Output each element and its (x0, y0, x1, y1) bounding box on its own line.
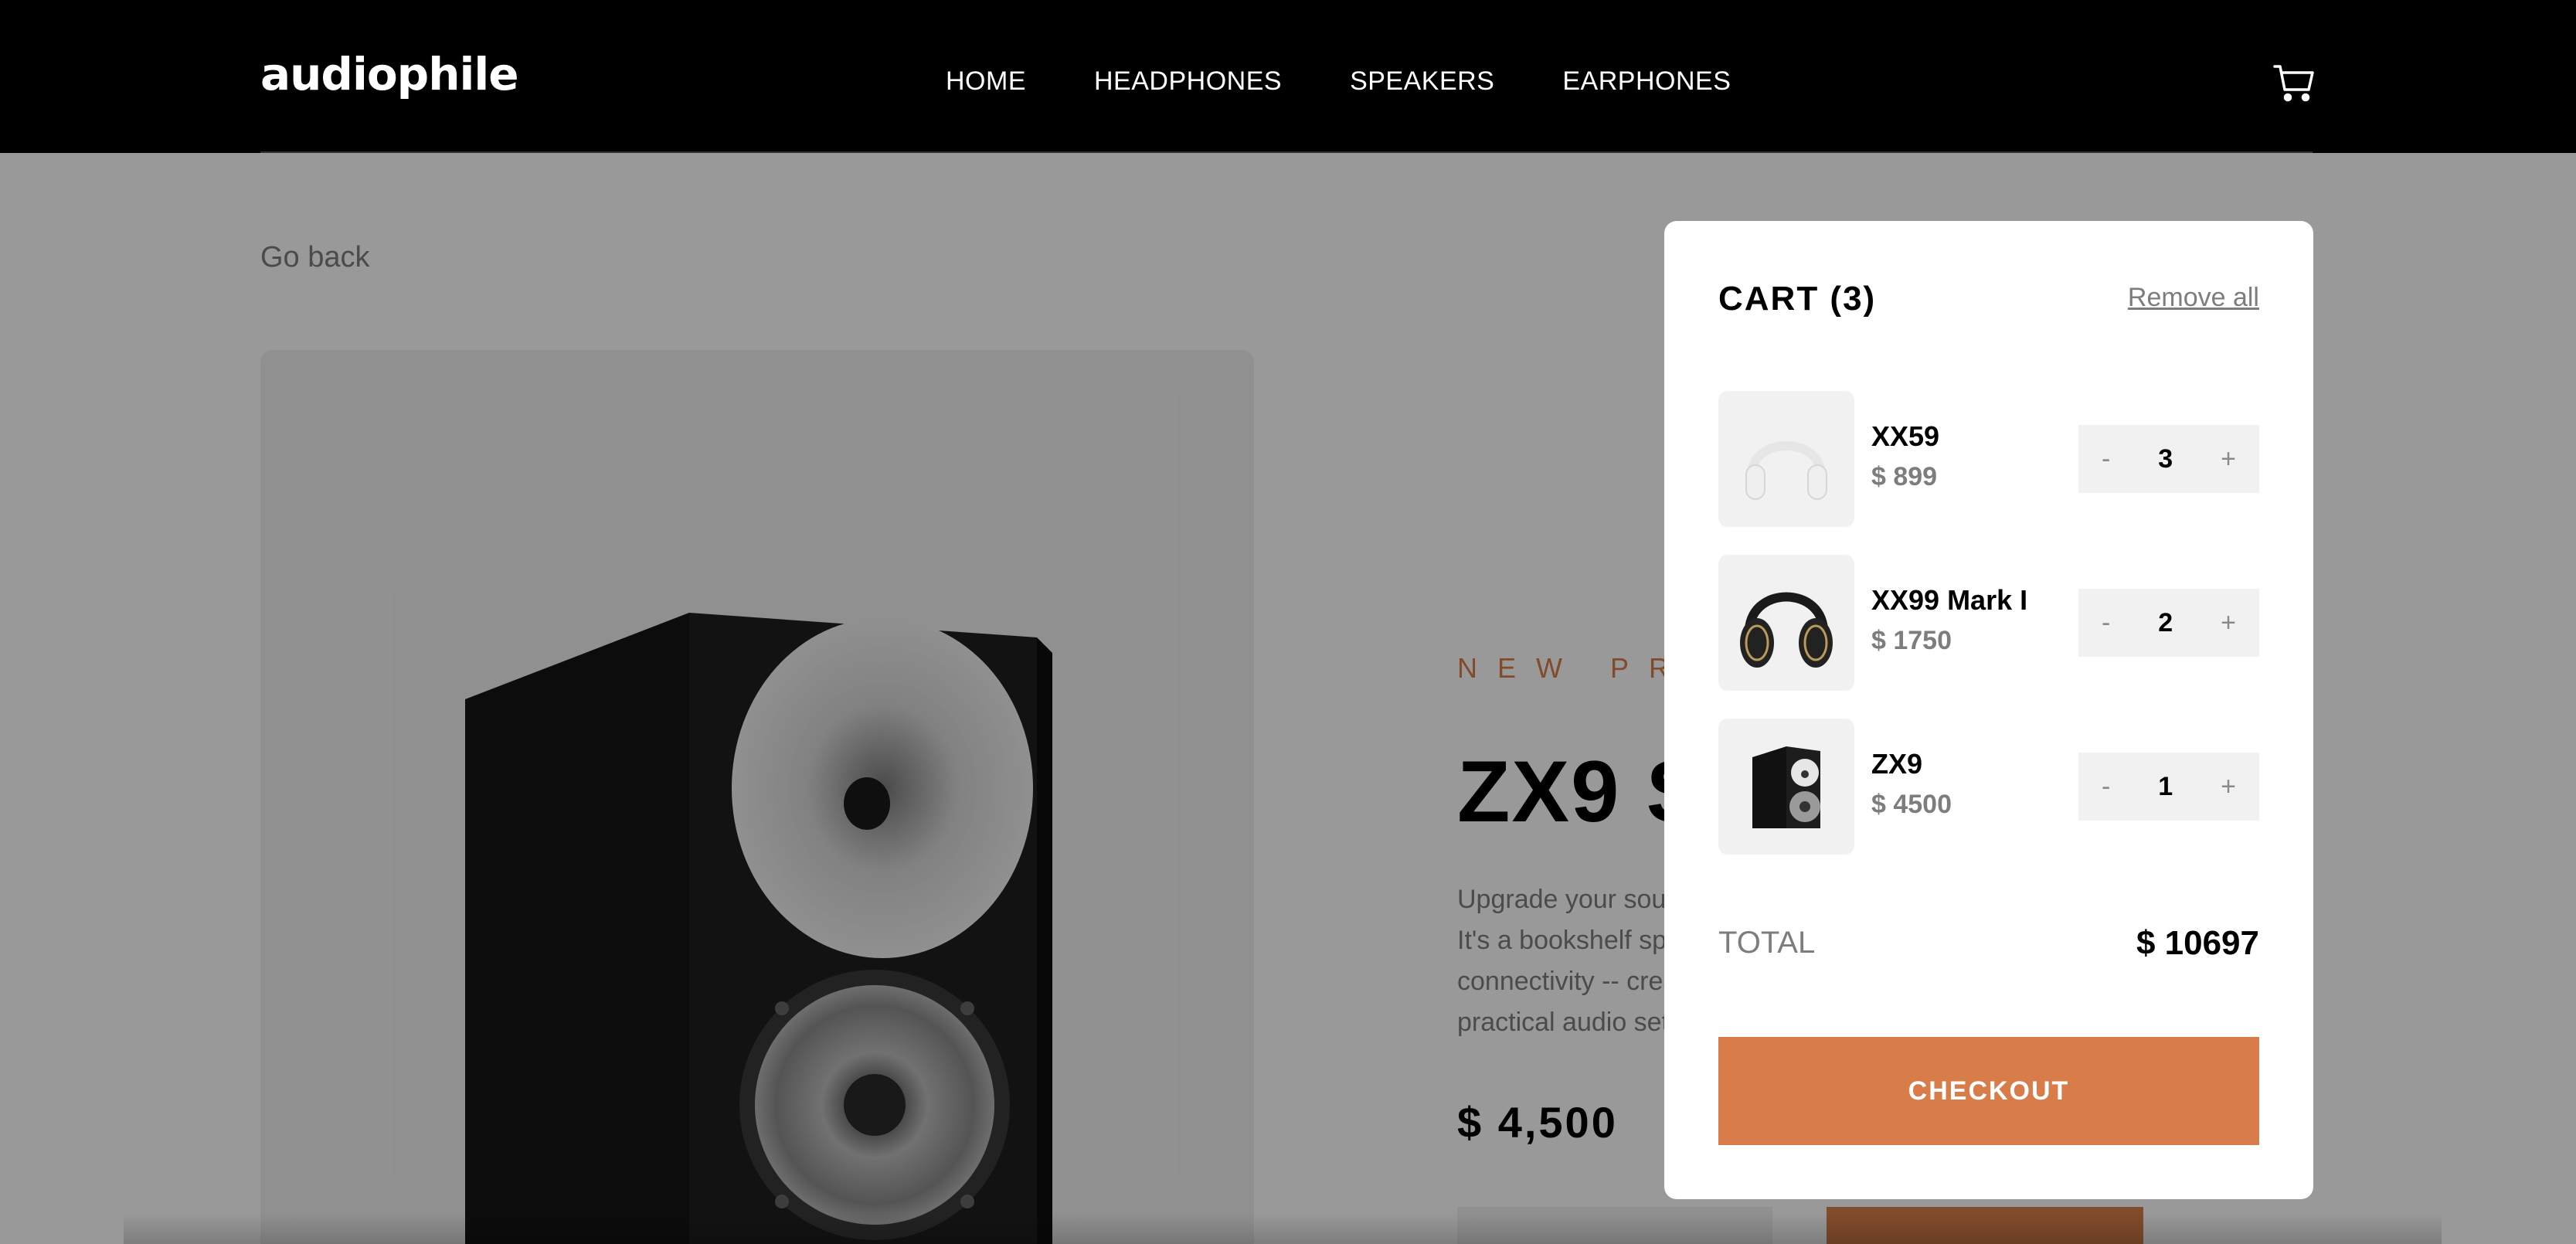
cart-item-price: $ 1750 (1871, 626, 1952, 655)
quantity-value: 2 (2158, 607, 2173, 637)
xx59-thumbnail (1718, 391, 1854, 527)
cart-item: XX99 Mark I $ 1750 - 2 + (1718, 555, 2259, 691)
increment-button[interactable]: + (2221, 772, 2236, 802)
xx99-mark-i-thumbnail (1718, 555, 1854, 691)
total-label: TOTAL (1718, 926, 1816, 960)
decrement-button[interactable]: - (2102, 772, 2110, 802)
nav-home[interactable]: HOME (946, 66, 1026, 97)
increment-button[interactable]: + (2221, 444, 2236, 474)
decrement-button[interactable]: - (2102, 444, 2110, 474)
checkout-button[interactable]: CHECKOUT (1718, 1037, 2259, 1145)
cart-title: CART (3) (1718, 280, 1877, 318)
cart-item-name: XX59 (1871, 420, 1940, 452)
cart-item-name: ZX9 (1871, 748, 1923, 780)
site-header: audiophile HOME HEADPHONES SPEAKERS EARP… (0, 0, 2576, 153)
bottom-shadow (124, 1213, 2442, 1244)
cart-item: XX59 $ 899 - 3 + (1718, 391, 2259, 527)
quantity-value: 1 (2158, 771, 2173, 801)
logo[interactable]: audiophile (260, 48, 519, 100)
quantity-stepper: - 1 + (2078, 753, 2259, 821)
quantity-stepper: - 2 + (2078, 589, 2259, 657)
cart-item-name: XX99 Mark I (1871, 584, 2028, 616)
nav-headphones[interactable]: HEADPHONES (1094, 66, 1282, 97)
cart-item-price: $ 899 (1871, 462, 1938, 491)
nav-speakers[interactable]: SPEAKERS (1350, 66, 1494, 97)
zx9-thumbnail (1718, 719, 1854, 855)
cart-item: ZX9 $ 4500 - 1 + (1718, 719, 2259, 855)
remove-all-button[interactable]: Remove all (2128, 283, 2259, 313)
cart-modal: CART (3) Remove all XX59 $ 899 - 3 + XX9… (1664, 221, 2313, 1199)
quantity-value: 3 (2158, 444, 2173, 474)
cart-item-price: $ 4500 (1871, 790, 1952, 819)
total-value: $ 10697 (2136, 924, 2259, 962)
decrement-button[interactable]: - (2102, 608, 2110, 638)
cart-item-list: XX59 $ 899 - 3 + XX99 Mark I $ 1750 - 2 … (1718, 391, 2259, 882)
nav-earphones[interactable]: EARPHONES (1562, 66, 1731, 97)
quantity-stepper: - 3 + (2078, 425, 2259, 493)
cart-icon[interactable] (2273, 63, 2315, 102)
increment-button[interactable]: + (2221, 608, 2236, 638)
main-nav: HOME HEADPHONES SPEAKERS EARPHONES (946, 66, 1731, 97)
